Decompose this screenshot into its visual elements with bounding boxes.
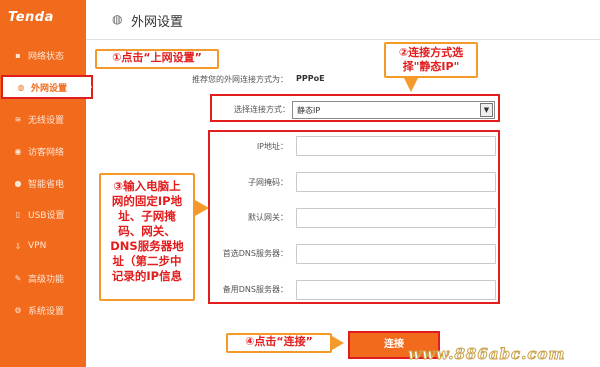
sidebar-item-guest[interactable]: ◉ 访客网络 [0, 139, 86, 163]
step3-line: DNS服务器地 [110, 239, 184, 253]
power-icon: ● [14, 178, 22, 188]
sidebar-item-advanced[interactable]: ✎ 高级功能 [0, 266, 86, 290]
chevron-down-icon: ▼ [480, 103, 493, 117]
step3-line: 址、子网掩 [118, 209, 176, 223]
sidebar-item-status[interactable]: ▪ 网络状态 [0, 43, 86, 67]
sidebar-item-wan[interactable]: ◍ 外网设置 [1, 75, 93, 99]
conn-type-value: 静态IP [297, 106, 321, 115]
settings-icon: ⚙ [14, 305, 22, 315]
sidebar-item-label: 系统设置 [28, 306, 65, 317]
step4-callout: ④点击“连接” [226, 333, 332, 353]
dns1-label: 首选DNS服务器： [222, 249, 288, 258]
step2-line: ②连接方式选 [398, 46, 464, 59]
sidebar-item-label: 高级功能 [28, 274, 65, 285]
dns1-field[interactable] [296, 244, 496, 264]
active-pointer [86, 80, 92, 94]
tools-icon: ✎ [14, 273, 22, 283]
step2-callout: ②连接方式选 择"静态IP" [384, 42, 478, 78]
step3-line: 网的固定IP地 [111, 194, 183, 208]
guest-icon: ◉ [14, 146, 22, 156]
wifi-icon: ≋ [14, 114, 22, 124]
step2-arrow [404, 78, 418, 92]
step3-callout: ③输入电脑上 网的固定IP地 址、子网掩 码、网关、 DNS服务器地 址（第二步… [99, 173, 195, 301]
globe-icon: ◍ [17, 82, 25, 92]
gateway-label: 默认网关： [248, 213, 288, 222]
watermark: www.886abc.com [407, 345, 566, 364]
step3-line: 址（第二步中 [112, 254, 182, 268]
sidebar-item-label: 外网设置 [31, 83, 68, 94]
recommend-value: PPPoE [296, 74, 325, 83]
conn-type-label: 选择连接方式： [234, 105, 290, 114]
sidebar-item-vpn[interactable]: ⇩ VPN [0, 234, 86, 258]
mask-field[interactable] [296, 172, 496, 192]
step1-callout: ①点击“上网设置” [95, 49, 219, 69]
step3-line: 记录的IP信息 [111, 269, 183, 283]
recommend-label: 推荐您的外网连接方式为： [192, 75, 288, 84]
sidebar: Tenda ▪ 网络状态 ◍ 外网设置 ≋ 无线设置 ◉ 访客网络 ● 智能省电… [0, 0, 93, 367]
sidebar-item-label: 无线设置 [28, 115, 65, 126]
sidebar-item-wireless[interactable]: ≋ 无线设置 [0, 107, 86, 131]
dns2-field[interactable] [296, 280, 496, 300]
ip-field[interactable] [296, 136, 496, 156]
conn-type-select[interactable]: 静态IP ▼ [292, 101, 495, 119]
step3-line: ③输入电脑上 [113, 179, 181, 193]
sidebar-item-label: USB设置 [28, 210, 65, 221]
page-header: ◍ 外网设置 [86, 0, 600, 40]
dns2-label: 备用DNS服务器： [222, 285, 288, 294]
usb-icon: ▯ [15, 209, 21, 219]
vpn-icon: ⇩ [14, 241, 22, 251]
sidebar-item-label: 智能省电 [28, 179, 65, 190]
tenda-logo: Tenda [8, 10, 54, 25]
sidebar-item-system[interactable]: ⚙ 系统设置 [0, 298, 86, 322]
step3-arrow [195, 200, 209, 216]
mask-label: 子网掩码： [248, 178, 288, 187]
ip-label: IP地址： [256, 142, 288, 151]
sidebar-item-power[interactable]: ● 智能省电 [0, 171, 86, 195]
step3-line: 码、网关、 [118, 224, 176, 238]
globe-icon: ◍ [112, 12, 123, 26]
sidebar-item-usb[interactable]: ▯ USB设置 [0, 202, 86, 226]
sidebar-item-label: 访客网络 [28, 147, 65, 158]
page-title: 外网设置 [131, 15, 184, 30]
step2-line: 择"静态IP" [402, 60, 460, 73]
sidebar-item-label: VPN [28, 241, 47, 251]
step4-arrow [332, 336, 344, 350]
gateway-field[interactable] [296, 208, 496, 228]
sidebar-item-label: 网络状态 [28, 51, 65, 62]
status-icon: ▪ [15, 50, 21, 60]
